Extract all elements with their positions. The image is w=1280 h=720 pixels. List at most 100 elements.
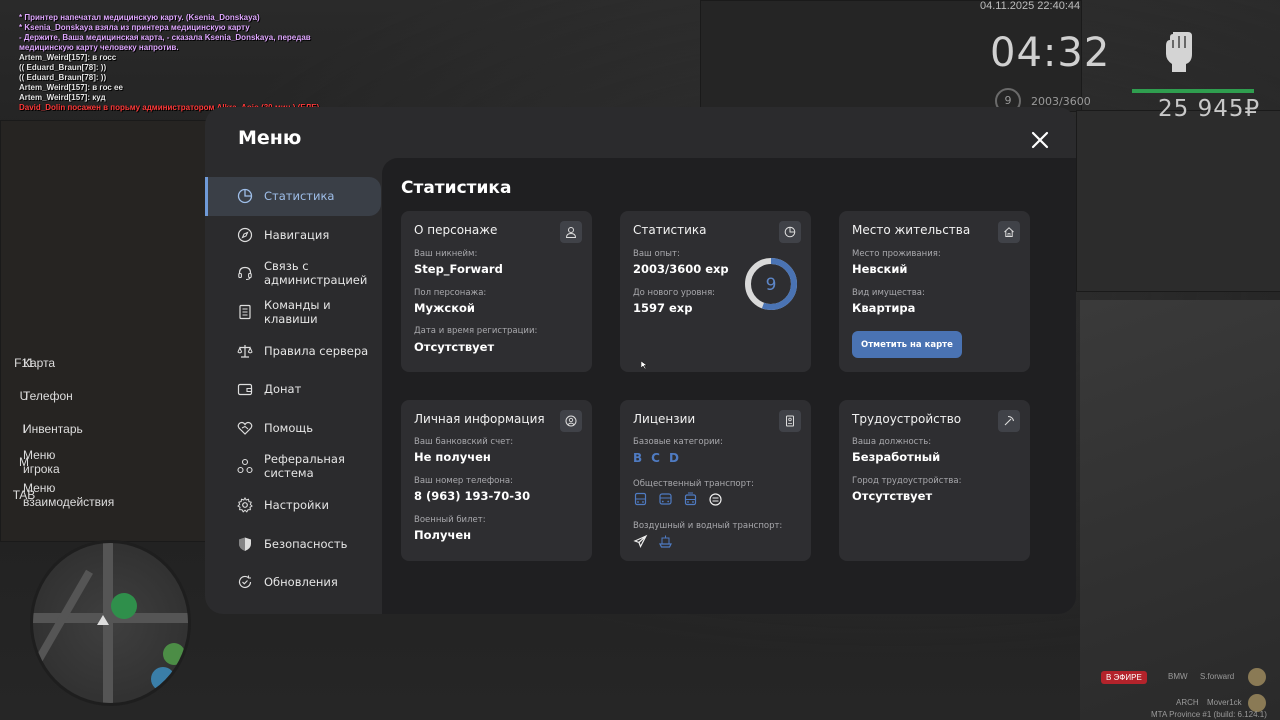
player-tag: S.forward xyxy=(1200,672,1235,681)
license-category: B xyxy=(633,451,643,465)
air-water-transport-label: Воздушный и водный транспорт: xyxy=(633,521,783,531)
keybind-item: I Инвентарь xyxy=(22,421,83,436)
card-title: Трудоустройство xyxy=(852,412,962,426)
content-panel: Статистика О персонаже Ваш никнейм: Step… xyxy=(382,158,1076,614)
keybind-item: U Телефон xyxy=(19,388,73,403)
phone-value: 8 (963) 193-70-30 xyxy=(414,489,531,503)
card-icon-button xyxy=(560,410,582,432)
chat-line: Artem_Weird[157]: куд xyxy=(19,93,106,102)
sidebar-item-referral[interactable]: Реферальная система xyxy=(205,447,381,486)
user-circle-icon xyxy=(565,415,577,427)
next-level-value: 1597 exp xyxy=(633,301,693,315)
chat-line: (( Eduard_Braun[78]: )) xyxy=(19,73,107,82)
sidebar-item-navigation[interactable]: Навигация xyxy=(205,216,381,255)
card-icon-button xyxy=(560,221,582,243)
hud-health-bar xyxy=(1132,89,1254,93)
compass-icon xyxy=(237,227,253,242)
license-icon xyxy=(786,415,794,427)
residence-place-value: Невский xyxy=(852,262,908,276)
gear-icon xyxy=(237,497,253,513)
sidebar-item-label: Навигация xyxy=(264,227,330,242)
referral-icon xyxy=(237,459,253,474)
close-icon[interactable] xyxy=(1029,129,1051,151)
military-id-value: Получен xyxy=(414,528,472,542)
card-title: Место жительства xyxy=(852,223,971,237)
sidebar-item-rules[interactable]: Правила сервера xyxy=(205,331,381,370)
sidebar-item-label: Настройки xyxy=(264,498,329,513)
update-icon xyxy=(238,575,252,589)
keybind-list: F11 Карта U Телефон I Инвентарь M Меню игрок… xyxy=(10,346,115,511)
minimap xyxy=(30,540,191,706)
vehicle-label: BMW xyxy=(1168,672,1188,681)
card-residence: Место жительства Место проживания: Невск… xyxy=(839,211,1030,372)
wallet-icon xyxy=(237,384,253,396)
home-icon xyxy=(111,593,137,619)
tram-icon xyxy=(684,492,697,506)
job-city-value: Отсутствует xyxy=(852,489,933,503)
property-type-label: Вид имущества: xyxy=(852,288,925,298)
residence-place-label: Место проживания: xyxy=(852,249,941,259)
sidebar-item-label: Статистика xyxy=(264,189,335,204)
player-arrow-icon xyxy=(97,615,109,625)
sidebar-item-admin-contact[interactable]: Связь с администрацией xyxy=(205,254,381,293)
car-icon xyxy=(151,667,175,691)
keybind-item: TAB Меню взаимодействия xyxy=(12,480,115,509)
bank-account-label: Ваш банковский счет: xyxy=(414,437,514,447)
gender-label: Пол персонажа: xyxy=(414,288,487,298)
job-city-label: Город трудоустройства: xyxy=(852,476,962,486)
level-progress-ring: 9 xyxy=(745,258,797,310)
card-character: О персонаже Ваш никнейм: Step_Forward По… xyxy=(401,211,592,372)
nickname-label: Ваш никнейм: xyxy=(414,249,478,259)
sidebar-item-label: Правила сервера xyxy=(264,343,369,358)
chat-line: медицинскую карту человеку напротив. xyxy=(19,43,179,52)
public-transport-label: Общественный транспорт: xyxy=(633,479,754,489)
sidebar-item-security[interactable]: Безопасность xyxy=(205,524,381,563)
sidebar-item-donate[interactable]: Донат xyxy=(205,370,381,409)
card-employment: Трудоустройство Ваша должность: Безработ… xyxy=(839,400,1030,561)
sidebar-item-label: Связь с администрацией xyxy=(264,259,368,288)
chat-line: Artem_Weird[157]: в гос ее xyxy=(19,83,123,92)
card-icon-button xyxy=(998,221,1020,243)
card-title: О персонаже xyxy=(414,223,498,237)
level-number: 9 xyxy=(766,275,777,295)
user-icon xyxy=(565,227,577,238)
job-position-label: Ваша должность: xyxy=(852,437,932,447)
license-categories: B C D xyxy=(633,451,679,465)
air-water-transport-icons xyxy=(633,534,673,549)
trolleybus-icon xyxy=(709,493,722,506)
card-title: Статистика xyxy=(633,223,707,237)
hud-clock: 04:32 xyxy=(990,30,1111,76)
card-icon-button xyxy=(779,221,801,243)
mouse-cursor xyxy=(641,361,647,369)
modal-title: Меню xyxy=(238,127,302,149)
sidebar-item-help[interactable]: Помощь xyxy=(205,409,381,448)
sidebar-item-label: Обновления xyxy=(264,575,338,590)
sidebar-item-updates[interactable]: Обновления xyxy=(205,563,381,602)
mark-on-map-button[interactable]: Отметить на карте xyxy=(852,331,962,358)
background-street xyxy=(1080,300,1280,720)
live-badge: В ЭФИРЕ xyxy=(1101,671,1147,684)
license-category: D xyxy=(668,451,679,465)
page-title: Статистика xyxy=(401,178,512,198)
phone-label: Ваш номер телефона: xyxy=(414,476,513,486)
mover-label: Mover1ck xyxy=(1207,698,1242,707)
military-id-label: Военный билет: xyxy=(414,515,486,525)
sidebar-item-label: Реферальная система xyxy=(264,452,345,481)
sidebar-item-label: Донат xyxy=(264,382,302,397)
sidebar-item-commands[interactable]: Команды и клавиши xyxy=(205,293,381,332)
bank-account-value: Не получен xyxy=(414,450,491,464)
sidebar-item-label: Команды и клавиши xyxy=(264,298,331,327)
bus-icon xyxy=(634,492,647,506)
arch-label: ARCH xyxy=(1176,698,1199,707)
property-type-value: Квартира xyxy=(852,301,916,315)
sidebar-item-settings[interactable]: Настройки xyxy=(205,486,381,525)
target-icon xyxy=(163,643,185,665)
card-icon-button xyxy=(998,410,1020,432)
headset-icon xyxy=(238,267,252,281)
registration-label: Дата и время регистрации: xyxy=(414,326,538,336)
sidebar-item-statistics[interactable]: Статистика xyxy=(205,177,381,216)
hud-datetime: 04.11.2025 22:40:44 xyxy=(980,0,1081,12)
pie-chart-icon xyxy=(237,189,253,204)
registration-value: Отсутствует xyxy=(414,340,495,354)
hud-money: 25 945₽ xyxy=(1158,96,1261,122)
